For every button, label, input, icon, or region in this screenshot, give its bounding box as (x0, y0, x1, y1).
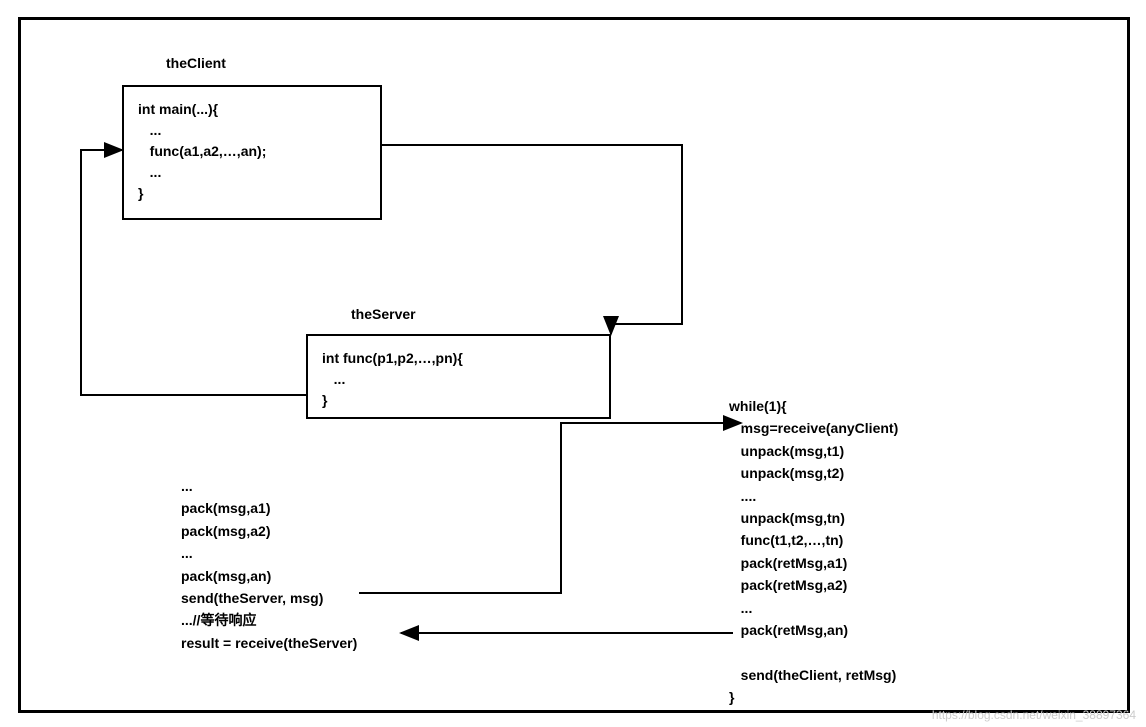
client-stub-code: ... pack(msg,a1) pack(msg,a2) ... pack(m… (181, 475, 357, 654)
client-box: int main(...){ ... func(a1,a2,…,an); ...… (122, 85, 382, 220)
server-box: int func(p1,p2,…,pn){ ... } (306, 334, 611, 419)
server-loop-code: while(1){ msg=receive(anyClient) unpack(… (729, 395, 898, 708)
server-label: theServer (351, 306, 416, 322)
diagram-frame: theClient int main(...){ ... func(a1,a2,… (18, 17, 1130, 713)
server-code: int func(p1,p2,…,pn){ ... } (322, 348, 595, 411)
client-label: theClient (166, 55, 226, 71)
watermark: https://blog.csdn.net/weixin_38897364 (932, 708, 1136, 722)
client-code: int main(...){ ... func(a1,a2,…,an); ...… (138, 99, 366, 204)
